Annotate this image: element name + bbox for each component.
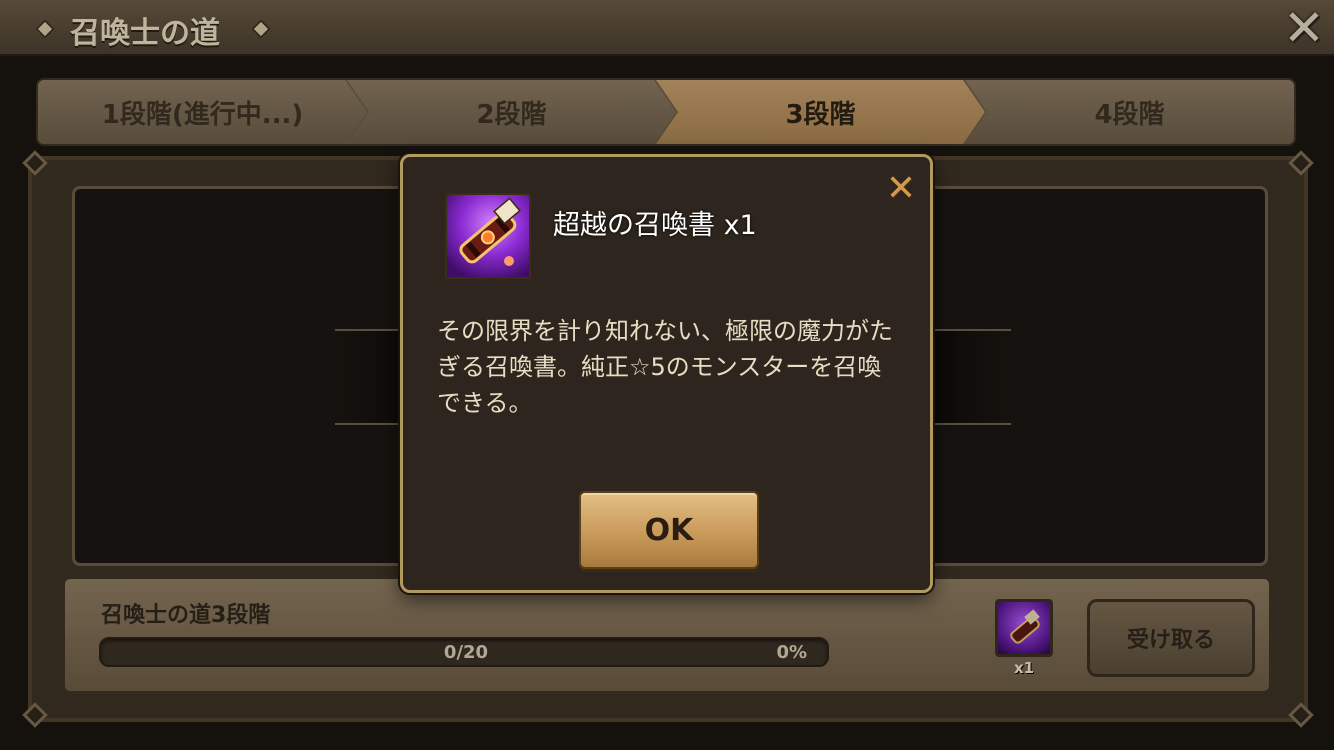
- item-description: その限界を計り知れない、極限の魔力がたぎる召喚書。純正☆5のモンスターを召喚でき…: [437, 317, 893, 417]
- item-name: 超越の召喚書 x1: [553, 210, 757, 241]
- close-icon[interactable]: ✕: [881, 169, 921, 209]
- ok-button[interactable]: OK: [579, 491, 759, 569]
- transcendence-scroll-icon: [445, 193, 531, 279]
- item-info-dialog: ✕ 超越の召喚書 x1 その限界を計り知れない、極限の魔力がたぎる召喚書。純正☆…: [400, 154, 933, 593]
